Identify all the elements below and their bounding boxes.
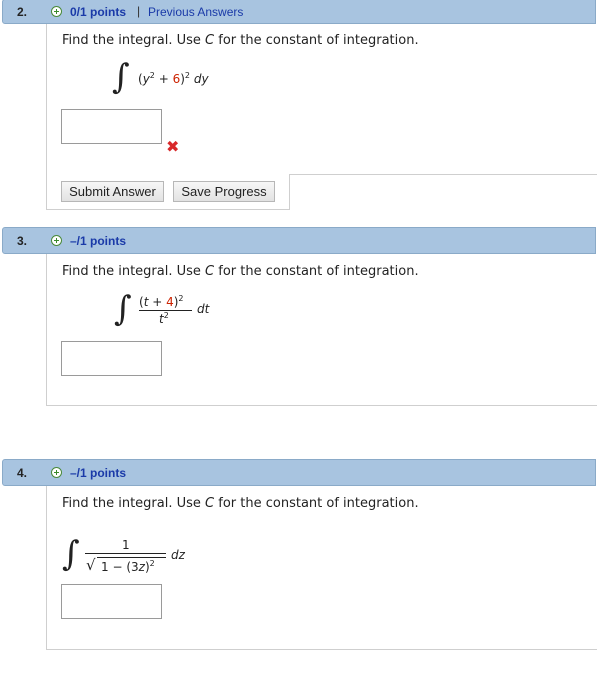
- question-2-integrand: (y2 + 6)2 dy: [138, 71, 209, 86]
- expand-plus-icon[interactable]: [51, 235, 62, 246]
- integral-sign: ∫: [114, 289, 132, 329]
- question-3-prompt: Find the integral. Use C for the constan…: [62, 264, 419, 279]
- radical-bar: [97, 557, 166, 558]
- separator: |: [137, 4, 141, 18]
- question-3-border: [46, 254, 47, 406]
- incorrect-x-icon: ✖: [166, 137, 180, 156]
- question-3-header: 3. –/1 points: [2, 227, 596, 254]
- fraction-bar: [85, 553, 166, 554]
- question-2-border: [46, 24, 47, 210]
- expand-plus-icon[interactable]: [51, 467, 62, 478]
- integral-sign: ∫: [62, 534, 80, 574]
- square-root-icon: √: [86, 556, 96, 574]
- question-4-header: 4. –/1 points: [2, 459, 596, 486]
- fraction-denominator: t2: [159, 311, 169, 326]
- save-progress-button[interactable]: Save Progress: [173, 181, 275, 202]
- question-number: 4.: [17, 466, 28, 480]
- question-4-answer-input[interactable]: [61, 584, 162, 619]
- question-2-prompt: Find the integral. Use C for the constan…: [62, 33, 419, 48]
- question-number: 2.: [17, 5, 28, 19]
- question-4-bottom: [46, 649, 597, 650]
- submit-answer-button[interactable]: Submit Answer: [61, 181, 164, 202]
- expand-plus-icon[interactable]: [51, 6, 62, 17]
- question-number: 3.: [17, 234, 28, 248]
- differential: dz: [171, 548, 185, 562]
- integral-sign: ∫: [112, 57, 130, 97]
- question-4-prompt: Find the integral. Use C for the constan…: [62, 496, 419, 511]
- differential: dt: [197, 302, 210, 316]
- question-3-answer-input[interactable]: [61, 341, 162, 376]
- question-2-answer-input[interactable]: [61, 109, 162, 144]
- points-label: –/1 points: [70, 234, 127, 248]
- question-2-border-right: [289, 174, 290, 210]
- fraction-denominator: 1 − (3z)2: [101, 559, 155, 574]
- fraction-numerator: 1: [122, 538, 130, 552]
- fraction-numerator: (t + 4)2: [139, 294, 184, 309]
- question-3-bottom: [46, 405, 597, 406]
- points-label: –/1 points: [70, 466, 127, 480]
- question-2-divider: [290, 174, 597, 175]
- previous-answers-link[interactable]: Previous Answers: [148, 5, 243, 19]
- question-2-bottom: [46, 209, 290, 210]
- question-2-header: 2. 0/1 points | Previous Answers: [2, 0, 596, 24]
- points-label: 0/1 points: [70, 5, 127, 19]
- question-4-border: [46, 486, 47, 650]
